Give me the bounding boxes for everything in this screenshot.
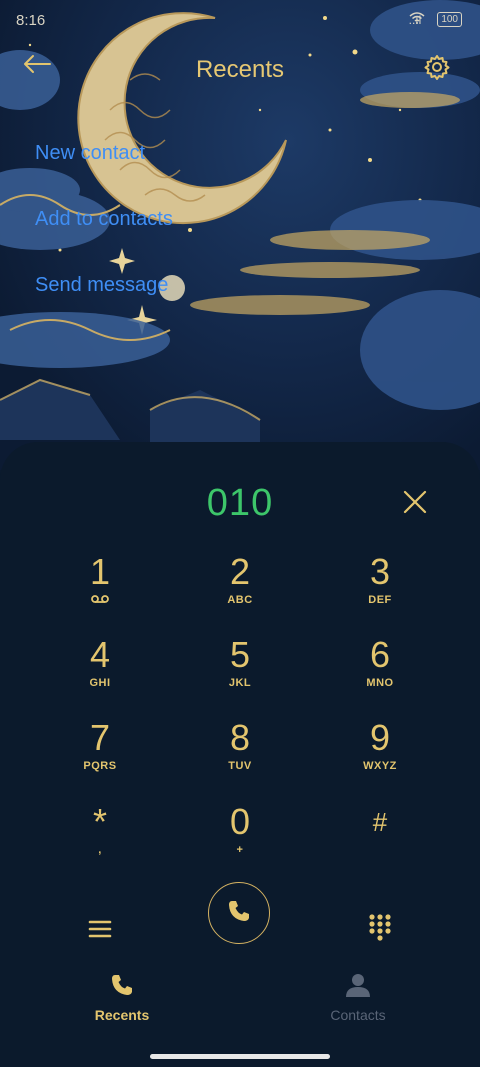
key-7[interactable]: 7 PQRS	[40, 718, 160, 788]
key-digit: 0	[229, 801, 251, 842]
dialer-controls	[0, 882, 480, 962]
key-9[interactable]: 9 WXYZ	[320, 718, 440, 788]
call-button[interactable]	[208, 882, 270, 944]
send-message-link[interactable]: Send message	[35, 272, 173, 338]
key-digit: 7	[89, 717, 111, 758]
key-letters: ABC	[227, 594, 253, 606]
key-3[interactable]: 3 DEF	[320, 552, 440, 622]
person-icon	[344, 974, 372, 1002]
key-star[interactable]: * ,	[40, 802, 160, 872]
key-digit: 1	[89, 551, 111, 592]
key-letters: GHI	[89, 677, 111, 689]
status-bar: 8:16 ..ıl 100	[0, 0, 480, 40]
key-1[interactable]: 1	[40, 552, 160, 622]
key-2[interactable]: 2 ABC	[180, 552, 300, 622]
close-icon	[400, 490, 430, 521]
key-digit: 6	[369, 634, 391, 675]
key-digit: 8	[229, 717, 251, 758]
key-letters: +	[236, 844, 244, 856]
key-digit: 5	[229, 634, 251, 675]
key-digit: 9	[369, 717, 391, 758]
menu-button[interactable]	[86, 916, 114, 942]
tab-label: Recents	[94, 1007, 150, 1023]
home-indicator[interactable]	[150, 1054, 330, 1059]
clear-button[interactable]	[400, 487, 430, 517]
key-digit: 2	[229, 551, 251, 592]
key-8[interactable]: 8 TUV	[180, 718, 300, 788]
status-icons: ..ıl 100	[409, 12, 462, 27]
tab-label: Contacts	[330, 1007, 386, 1023]
key-letters: JKL	[228, 677, 252, 689]
wallpaper-background: 8:16 ..ıl 100 Recents New contact Add to…	[0, 0, 480, 470]
key-letters	[320, 844, 440, 858]
key-0[interactable]: 0 +	[180, 802, 300, 872]
key-digit: #	[372, 807, 388, 837]
key-letters: ,	[98, 844, 102, 856]
key-6[interactable]: 6 MNO	[320, 635, 440, 705]
phone-icon	[226, 898, 252, 929]
hamburger-icon	[86, 920, 114, 946]
bottom-tab-bar: Recents Contacts	[0, 972, 480, 1042]
page-title: Recents	[195, 56, 285, 83]
key-hash[interactable]: #	[320, 802, 440, 872]
key-letters: MNO	[366, 677, 394, 689]
header: Recents	[0, 48, 480, 94]
key-digit: 3	[369, 551, 391, 592]
voicemail-icon	[40, 594, 160, 608]
key-letters: WXYZ	[363, 760, 397, 772]
add-to-contacts-link[interactable]: Add to contacts	[35, 206, 173, 272]
dialpad-toggle-button[interactable]	[367, 912, 393, 942]
new-contact-link[interactable]: New contact	[35, 140, 173, 206]
settings-button[interactable]	[424, 54, 458, 88]
key-letters: TUV	[228, 760, 252, 772]
phone-icon	[109, 975, 135, 1002]
tab-contacts[interactable]: Contacts	[288, 972, 428, 1023]
dial-panel: 010 1 2 ABC 3 DEF 4 GHI 5 JKL 6 MNO 7 PQ…	[0, 442, 480, 1067]
key-letters: PQRS	[83, 760, 117, 772]
key-letters: DEF	[368, 594, 392, 606]
key-5[interactable]: 5 JKL	[180, 635, 300, 705]
dialpad-icon	[367, 914, 393, 946]
quick-actions: New contact Add to contacts Send message	[35, 140, 173, 338]
tab-recents[interactable]: Recents	[52, 972, 192, 1023]
key-digit: 4	[89, 634, 111, 675]
battery-icon: 100	[437, 12, 462, 27]
key-4[interactable]: 4 GHI	[40, 635, 160, 705]
status-time: 8:16	[16, 12, 46, 29]
key-digit: *	[92, 801, 107, 842]
